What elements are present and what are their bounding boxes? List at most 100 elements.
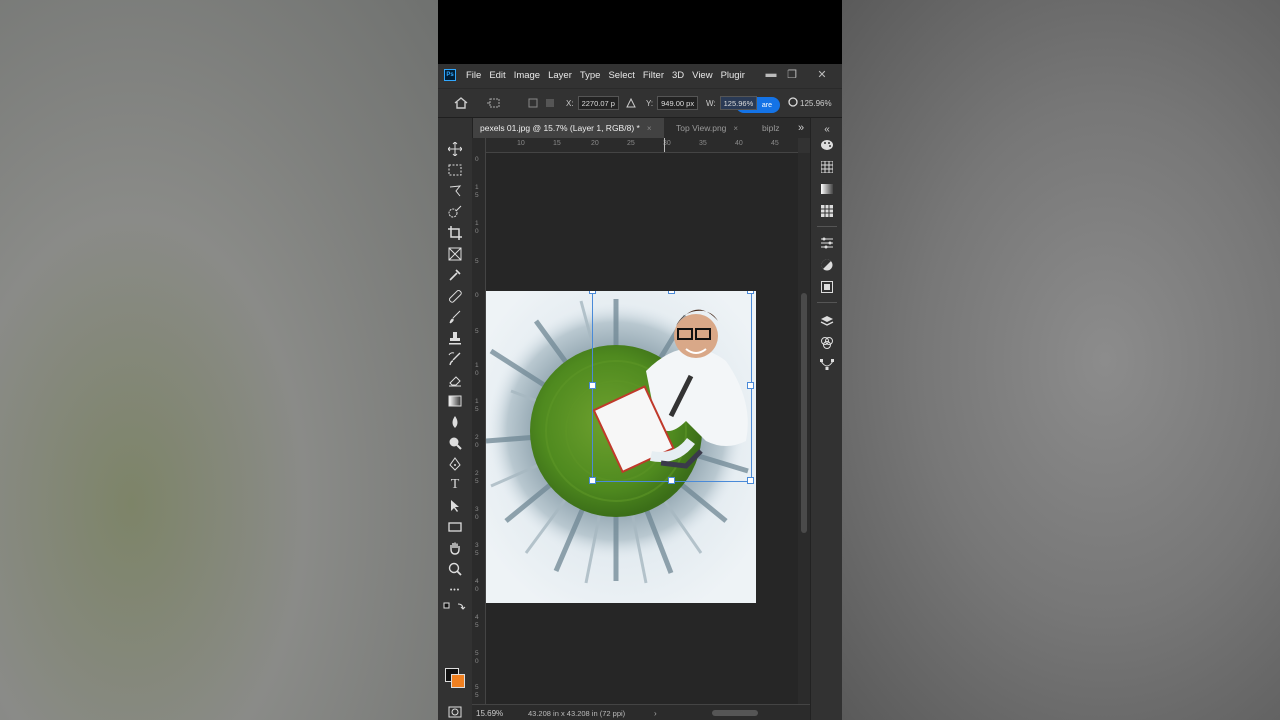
transform-handle[interactable] — [668, 291, 675, 294]
color-palette-icon[interactable] — [817, 136, 837, 154]
default-colors-icon[interactable] — [443, 602, 467, 615]
width-control: W: 125.96% — [706, 95, 758, 111]
ruler-tick-label: 1 5 — [475, 398, 479, 413]
move-icon[interactable] — [446, 140, 464, 158]
close-window-button[interactable]: ✕ — [810, 66, 834, 82]
tab-biplz[interactable]: biplz — [754, 118, 790, 138]
restore-button[interactable]: ❐ — [780, 66, 804, 82]
channels-icon[interactable] — [817, 334, 837, 352]
menu-filter[interactable]: Filter — [643, 70, 664, 81]
frame-icon[interactable] — [446, 245, 464, 263]
healing-icon[interactable] — [446, 287, 464, 305]
rectangle-icon[interactable] — [446, 518, 464, 536]
status-menu-arrow-icon[interactable]: › — [654, 709, 657, 718]
zoom-icon[interactable] — [446, 560, 464, 578]
ruler-tick-label: 5 0 — [475, 650, 479, 665]
video-frame: Ps File Edit Image Layer Type Select Fil… — [438, 0, 842, 720]
options-bar: X: 2270.07 p Y: 949.00 px are W: 125.96%… — [438, 88, 842, 118]
marquee-icon[interactable] — [446, 161, 464, 179]
properties-icon[interactable] — [817, 234, 837, 252]
ruler-tick-label: 1 5 — [475, 184, 479, 199]
path-select-icon[interactable] — [446, 497, 464, 515]
transform-handle[interactable] — [668, 477, 675, 484]
swatches-icon[interactable] — [817, 158, 837, 176]
close-tab-icon[interactable]: × — [647, 124, 652, 133]
pen-icon[interactable] — [446, 455, 464, 473]
transform-handle[interactable] — [589, 291, 596, 294]
more-tools-icon[interactable]: ••• — [446, 581, 464, 599]
tab-label: pexels 01.jpg @ 15.7% (Layer 1, RGB/8) * — [480, 123, 640, 133]
tabs-overflow-icon[interactable]: » — [790, 118, 810, 138]
status-bar: 15.69% 43.208 in x 43.208 in (72 ppi) › — [472, 704, 810, 720]
ruler-tick-label: 45 — [771, 140, 779, 147]
menu-3d[interactable]: 3D — [672, 70, 684, 81]
zoom-level[interactable]: 15.69% — [476, 709, 528, 718]
transform-handle[interactable] — [589, 382, 596, 389]
home-icon[interactable] — [454, 95, 468, 111]
paths-icon[interactable] — [817, 356, 837, 374]
h-value[interactable]: 125.96% — [800, 99, 832, 108]
lasso-icon[interactable] — [446, 182, 464, 200]
quick-select-icon[interactable] — [446, 203, 464, 221]
w-input[interactable]: 125.96% — [719, 96, 758, 110]
transform-handle[interactable] — [747, 291, 754, 294]
photoshop-logo: Ps — [444, 69, 456, 81]
ruler-tick-label: 4 5 — [475, 614, 479, 629]
gradient-icon[interactable] — [446, 392, 464, 410]
menu-type[interactable]: Type — [580, 70, 601, 81]
transform-icon[interactable] — [486, 95, 502, 111]
reference-point-icon[interactable] — [528, 95, 558, 111]
ruler-tick-label: 3 0 — [475, 506, 479, 521]
type-icon[interactable]: T — [446, 476, 464, 494]
menu-plugins[interactable]: Plugir — [721, 70, 745, 81]
y-input[interactable]: 949.00 px — [657, 96, 699, 110]
crop-icon[interactable] — [446, 224, 464, 242]
menu-select[interactable]: Select — [608, 70, 634, 81]
tab-pexels[interactable]: pexels 01.jpg @ 15.7% (Layer 1, RGB/8) *… — [472, 118, 664, 138]
tab-top-view[interactable]: Top View.png × — [668, 118, 752, 138]
adjustments-icon[interactable] — [817, 256, 837, 274]
patterns-icon[interactable] — [817, 202, 837, 220]
stamp-icon[interactable] — [446, 329, 464, 347]
y-coordinate: Y: 949.00 px — [646, 95, 699, 111]
ruler-tick-label: 2 5 — [475, 470, 479, 485]
ruler-tick-label: 4 0 — [475, 578, 479, 593]
menu-view[interactable]: View — [692, 70, 712, 81]
close-tab-icon[interactable]: × — [733, 124, 738, 133]
ruler-tick-label: 40 — [735, 140, 743, 147]
x-input[interactable]: 2270.07 p — [577, 96, 619, 110]
brush-icon[interactable] — [446, 308, 464, 326]
menu-file[interactable]: File — [466, 70, 481, 81]
transform-handle[interactable] — [747, 477, 754, 484]
layers-icon[interactable] — [817, 312, 837, 330]
search-icon[interactable] — [788, 97, 798, 109]
ruler-tick-label: 5 5 — [475, 684, 479, 699]
menu-edit[interactable]: Edit — [489, 70, 505, 81]
w-label: W: — [706, 98, 716, 108]
eyedropper-icon[interactable] — [446, 266, 464, 284]
blur-icon[interactable] — [446, 413, 464, 431]
vertical-scrollbar[interactable] — [798, 153, 810, 704]
horizontal-ruler: 10 15 20 25 30 35 40 45 — [485, 138, 798, 153]
photoshop-window: Ps File Edit Image Layer Type Select Fil… — [438, 64, 842, 720]
panel-separator — [817, 302, 837, 303]
hand-icon[interactable] — [446, 539, 464, 557]
dodge-icon[interactable] — [446, 434, 464, 452]
eraser-icon[interactable] — [446, 371, 464, 389]
ruler-cursor-marker — [664, 138, 665, 152]
menu-layer[interactable]: Layer — [548, 70, 572, 81]
horizontal-scrollbar-thumb[interactable] — [712, 710, 758, 716]
quick-mask-icon[interactable] — [446, 703, 464, 720]
x-label: X: — [566, 98, 574, 108]
relative-position-icon[interactable] — [626, 95, 636, 111]
gradients-icon[interactable] — [817, 180, 837, 198]
scrollbar-thumb[interactable] — [801, 293, 807, 533]
libraries-icon[interactable] — [817, 278, 837, 296]
document-canvas[interactable] — [486, 291, 756, 603]
background-color-swatch[interactable] — [451, 674, 465, 688]
transform-handle[interactable] — [747, 382, 754, 389]
menu-image[interactable]: Image — [514, 70, 540, 81]
history-brush-icon[interactable] — [446, 350, 464, 368]
transform-bounding-box[interactable] — [592, 291, 752, 482]
transform-handle[interactable] — [589, 477, 596, 484]
